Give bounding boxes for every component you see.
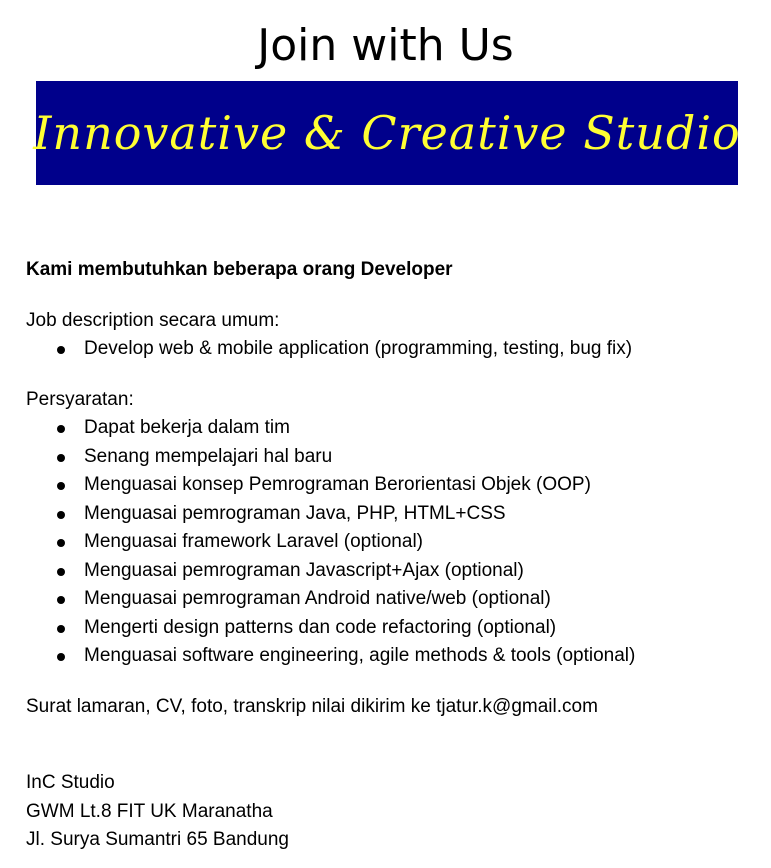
address-line-1: GWM Lt.8 FIT UK Maranatha (26, 800, 273, 822)
list-item: Develop web & mobile application (progra… (26, 335, 761, 364)
list-item: Menguasai pemrograman Javascript+Ajax (o… (26, 557, 761, 586)
job-description-heading: Job description secara umum: (26, 309, 280, 331)
list-item: Menguasai pemrograman Java, PHP, HTML+CS… (26, 500, 761, 529)
job-description-list: Develop web & mobile application (progra… (26, 335, 761, 364)
requirements-list: Dapat bekerja dalam tim Senang mempelaja… (26, 414, 761, 671)
company-name: InC Studio (26, 772, 115, 793)
list-item: Mengerti design patterns dan code refact… (26, 614, 761, 643)
list-item: Senang mempelajari hal baru (26, 443, 761, 472)
document-body: Kami membutuhkan beberapa orang Develope… (26, 256, 761, 855)
banner-text: Innovative & Creative Studio (33, 106, 741, 160)
list-item: Menguasai software engineering, agile me… (26, 642, 761, 671)
intro-text: Kami membutuhkan beberapa orang Develope… (26, 259, 453, 280)
requirements-heading: Persyaratan: (26, 388, 134, 410)
list-item: Dapat bekerja dalam tim (26, 414, 761, 443)
page-title: Join with Us (257, 20, 514, 71)
list-item: Menguasai pemrograman Android native/web… (26, 585, 761, 614)
application-instructions: Surat lamaran, CV, foto, transkrip nilai… (26, 695, 598, 717)
list-item: Menguasai konsep Pemrograman Berorientas… (26, 471, 761, 500)
address-line-2: Jl. Surya Sumantri 65 Bandung (26, 829, 289, 850)
list-item: Menguasai framework Laravel (optional) (26, 528, 761, 557)
banner: Innovative & Creative Studio (33, 81, 741, 185)
